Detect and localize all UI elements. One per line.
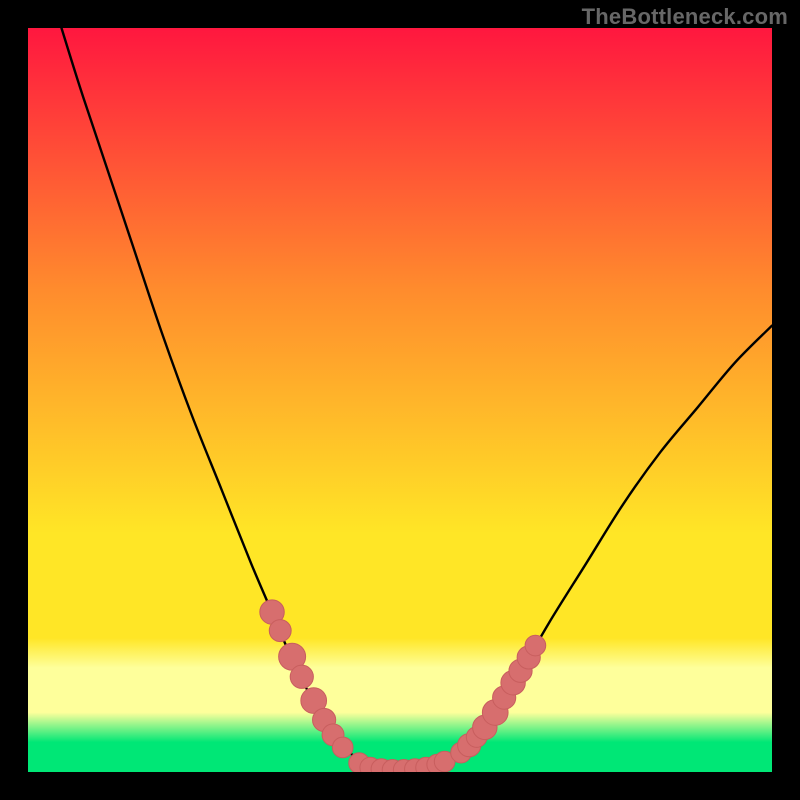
gradient-background bbox=[28, 28, 772, 772]
watermark-text: TheBottleneck.com bbox=[582, 4, 788, 30]
data-marker bbox=[290, 665, 313, 688]
data-marker bbox=[525, 635, 546, 656]
chart-frame: TheBottleneck.com bbox=[0, 0, 800, 800]
chart-svg bbox=[28, 28, 772, 772]
plot-area bbox=[28, 28, 772, 772]
data-marker bbox=[332, 737, 353, 758]
data-marker bbox=[269, 620, 291, 642]
